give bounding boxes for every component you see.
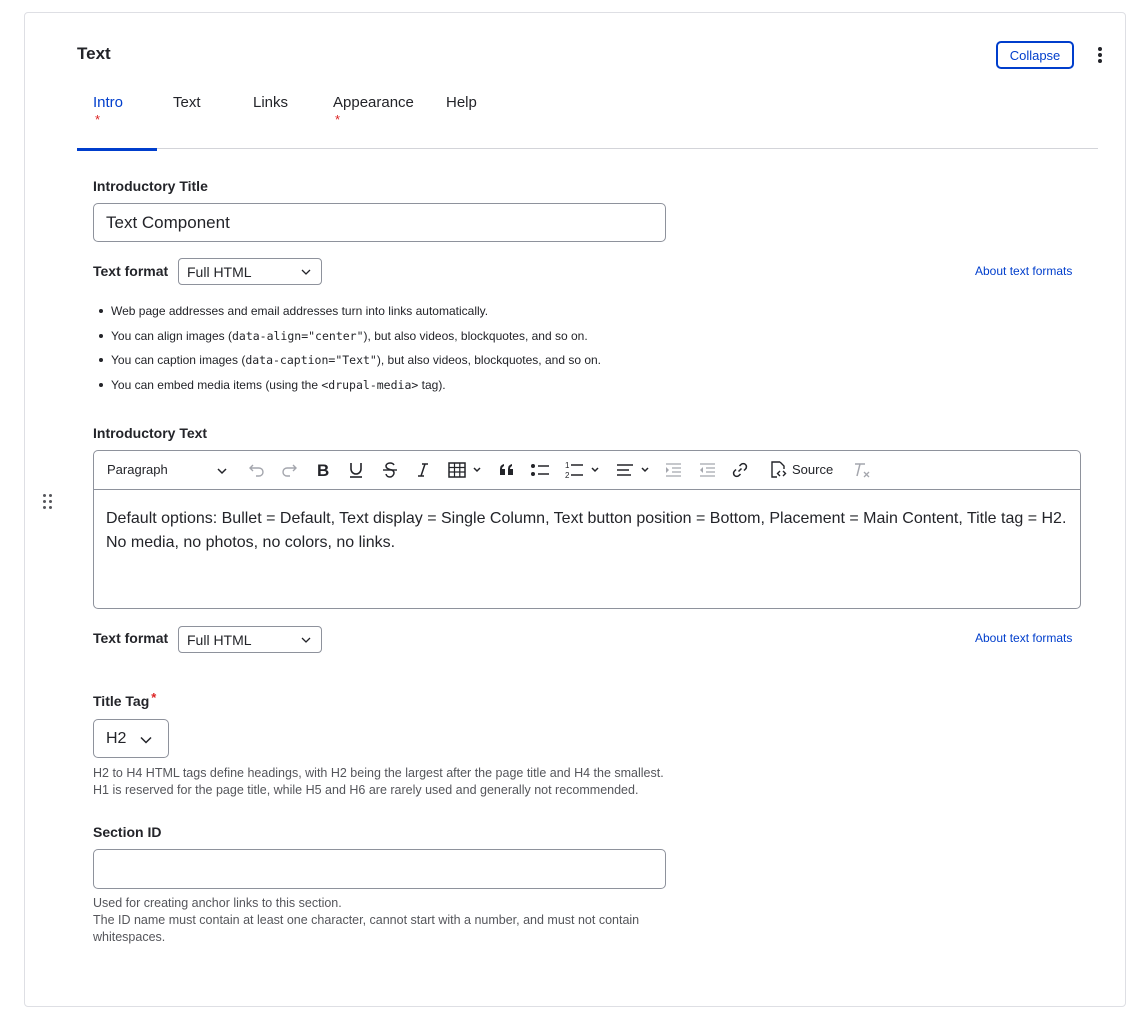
text-format-label: Text format <box>93 263 169 279</box>
chevron-down-icon <box>217 468 227 475</box>
format-tips-list: Web page addresses and email addresses t… <box>93 302 993 400</box>
remove-format-icon[interactable] <box>851 459 873 481</box>
numbered-list-icon[interactable]: 12 <box>562 459 604 481</box>
tab-bar: Intro * Text Links Appearance * Help <box>77 88 1098 151</box>
about-text-formats-link[interactable]: About text formats <box>975 631 1072 645</box>
title-tag-value: H2 <box>106 729 127 747</box>
tab-intro[interactable]: Intro * <box>77 88 157 151</box>
collapse-button[interactable]: Collapse <box>996 41 1074 69</box>
link-icon[interactable] <box>729 459 751 481</box>
chevron-down-icon <box>301 269 311 275</box>
text-format-label: Text format <box>93 630 169 646</box>
blockquote-icon[interactable] <box>496 459 518 481</box>
editor-toolbar: Paragraph B 12 Source <box>94 451 1080 490</box>
source-button[interactable]: Source <box>766 451 838 489</box>
title-tag-select[interactable]: H2 <box>93 719 169 758</box>
text-format-select[interactable]: Full HTML <box>178 258 322 285</box>
text-format-select[interactable]: Full HTML <box>178 626 322 653</box>
chevron-down-icon <box>140 736 152 744</box>
svg-text:1: 1 <box>565 461 570 470</box>
intro-title-label: Introductory Title <box>93 178 208 194</box>
title-tag-label: Title Tag * <box>93 690 157 709</box>
section-id-input[interactable] <box>93 849 666 889</box>
drag-handle-icon[interactable] <box>43 494 55 512</box>
chevron-down-icon <box>301 637 311 643</box>
strikethrough-icon[interactable] <box>379 459 401 481</box>
text-align-icon[interactable] <box>614 459 654 481</box>
tab-label: Appearance <box>333 94 414 111</box>
text-format-value: Full HTML <box>187 631 252 648</box>
tab-label: Links <box>253 94 289 111</box>
insert-table-icon[interactable] <box>446 459 486 481</box>
about-text-formats-link[interactable]: About text formats <box>975 264 1072 278</box>
list-item: You can caption images (data-caption="Te… <box>93 351 993 376</box>
svg-text:2: 2 <box>565 471 570 480</box>
editor-content[interactable]: Default options: Bullet = Default, Text … <box>106 507 1074 555</box>
tab-help[interactable]: Help <box>430 88 500 149</box>
card-title: Text <box>77 44 111 63</box>
bold-icon[interactable]: B <box>312 459 334 481</box>
heading-select-label: Paragraph <box>107 462 168 477</box>
tab-links[interactable]: Links <box>237 88 317 149</box>
source-label: Source <box>792 462 834 477</box>
intro-text-label: Introductory Text <box>93 425 208 441</box>
underline-icon[interactable] <box>345 459 367 481</box>
title-tag-help: H2 to H4 HTML tags define headings, with… <box>93 766 664 797</box>
required-marker: * <box>95 112 101 127</box>
intro-title-input[interactable]: Text Component <box>93 203 666 242</box>
required-marker: * <box>335 112 341 127</box>
list-item: Web page addresses and email addresses t… <box>93 302 993 327</box>
bulleted-list-icon[interactable] <box>529 459 551 481</box>
redo-icon[interactable] <box>278 459 300 481</box>
section-id-help: Used for creating anchor links to this s… <box>93 896 640 944</box>
text-format-value: Full HTML <box>187 263 252 280</box>
list-item: You can embed media items (using the <dr… <box>93 376 993 401</box>
tab-label: Intro <box>93 94 124 111</box>
heading-select[interactable]: Paragraph <box>94 451 234 489</box>
rich-text-editor: Paragraph B 12 Source Default options: B… <box>93 450 1081 609</box>
more-actions-icon[interactable] <box>1093 46 1107 64</box>
tab-label: Help <box>446 94 477 111</box>
indent-icon[interactable] <box>662 459 684 481</box>
undo-icon[interactable] <box>246 459 268 481</box>
italic-icon[interactable] <box>412 459 434 481</box>
section-id-label: Section ID <box>93 824 162 840</box>
tab-text[interactable]: Text <box>157 88 237 149</box>
svg-text:B: B <box>317 462 329 478</box>
tab-appearance[interactable]: Appearance * <box>317 88 430 149</box>
outdent-icon[interactable] <box>696 459 718 481</box>
source-code-icon <box>771 461 787 478</box>
list-item: You can align images (data-align="center… <box>93 327 993 352</box>
required-marker: * <box>151 690 157 705</box>
tab-label: Text <box>173 94 201 111</box>
